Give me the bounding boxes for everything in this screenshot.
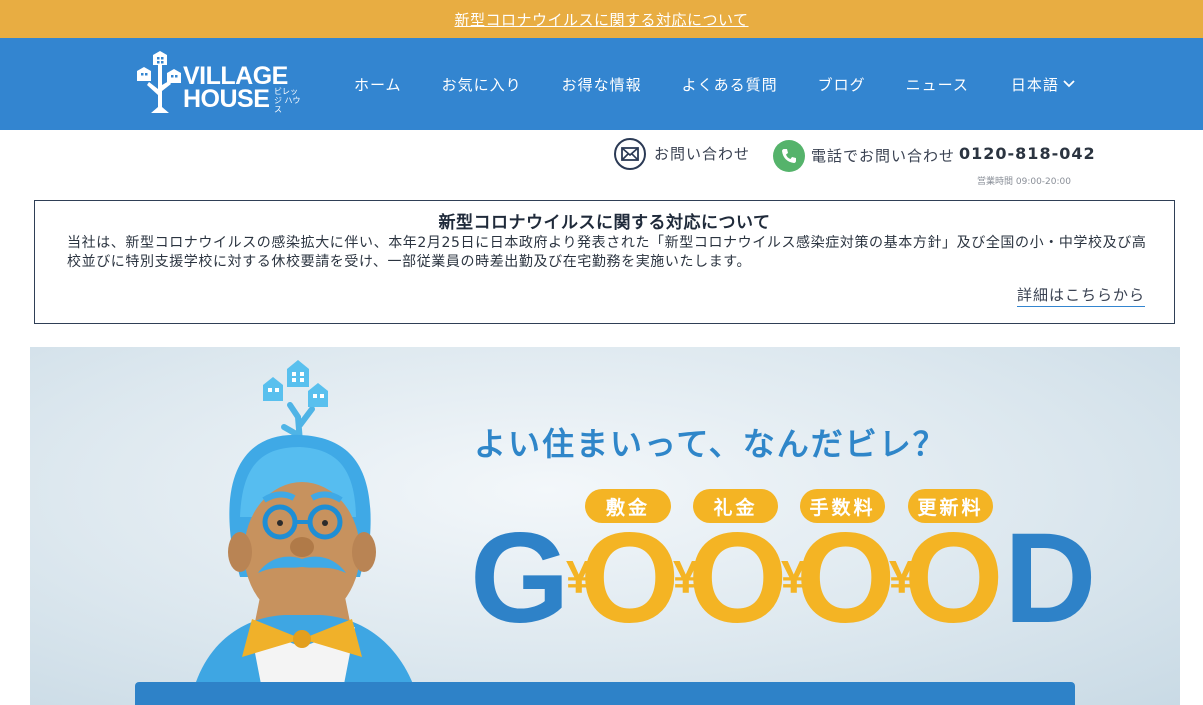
village-house-logo[interactable]: VILLAGE HOUSE ビレッジ ハウス: [133, 51, 308, 115]
covid-notice-bar: 新型コロナウイルスに関する対応について: [0, 0, 1203, 38]
nav-faq[interactable]: よくある質問: [662, 74, 798, 95]
notice-details-link[interactable]: 詳細はこちらから: [1016, 284, 1145, 307]
language-label: 日本語: [1010, 75, 1059, 94]
hero-letter-o1: O: [580, 507, 680, 650]
business-hours: 営業時間 09:00-20:00: [977, 177, 1071, 187]
hero-search-panel: [135, 682, 1075, 705]
hero-letter-o2: O: [688, 507, 788, 650]
hero-banner: よい住まいって、なんだビレ？ 敷金 礼金 手数料 更新料 G ¥ O ¥ O ¥…: [30, 347, 1180, 705]
logo-text-house: HOUSE: [183, 85, 270, 113]
language-selector[interactable]: 日本語: [989, 74, 1095, 95]
covid-notice-link[interactable]: 新型コロナウイルスに関する対応について: [454, 9, 748, 30]
chevron-down-icon: [1063, 80, 1075, 88]
contact-phone-label: 電話でお問い合わせ: [811, 147, 956, 165]
hero-tagline: よい住まいって、なんだビレ？: [474, 425, 947, 463]
contact-phone-number[interactable]: 0120-818-042: [959, 144, 1096, 163]
hero-letter-o4: O: [904, 507, 1004, 650]
main-nav: ホーム お気に入り お得な情報 よくある質問 ブログ ニュース 日本語: [334, 38, 1095, 130]
head-tree-icon: [263, 360, 328, 445]
site-header: VILLAGE HOUSE ビレッジ ハウス ホーム お気に入り お得な情報 よ…: [0, 38, 1203, 130]
hero-letter-g: G: [470, 507, 570, 650]
hero-letter-o3: O: [796, 507, 896, 650]
nav-favorites[interactable]: お気に入り: [422, 74, 542, 95]
covid-notice-box: 新型コロナウイルスに関する対応について 当社は、新型コロナウイルスの感染拡大に伴…: [34, 200, 1175, 324]
contact-bar: お問い合わせ 電話でお問い合わせ 0120-818-042 営業時間 09:00…: [0, 135, 1203, 195]
nav-deals[interactable]: お得な情報: [542, 74, 662, 95]
mail-icon[interactable]: [614, 138, 646, 170]
logo-kana: ビレッジ ハウス: [274, 87, 301, 114]
hero-letter-d: D: [1004, 507, 1097, 650]
nav-home[interactable]: ホーム: [334, 74, 422, 95]
tree-house-logo-icon: [137, 51, 181, 113]
contact-mail-link[interactable]: お問い合わせ: [654, 143, 750, 164]
nav-news[interactable]: ニュース: [886, 74, 989, 95]
mascot-illustration: [190, 360, 420, 705]
notice-body: 当社は、新型コロナウイルスの感染拡大に伴い、本年2月25日に日本政府より発表され…: [67, 235, 1147, 270]
phone-icon[interactable]: [773, 140, 805, 172]
notice-title: 新型コロナウイルスに関する対応について: [438, 213, 771, 233]
nav-blog[interactable]: ブログ: [798, 74, 886, 95]
